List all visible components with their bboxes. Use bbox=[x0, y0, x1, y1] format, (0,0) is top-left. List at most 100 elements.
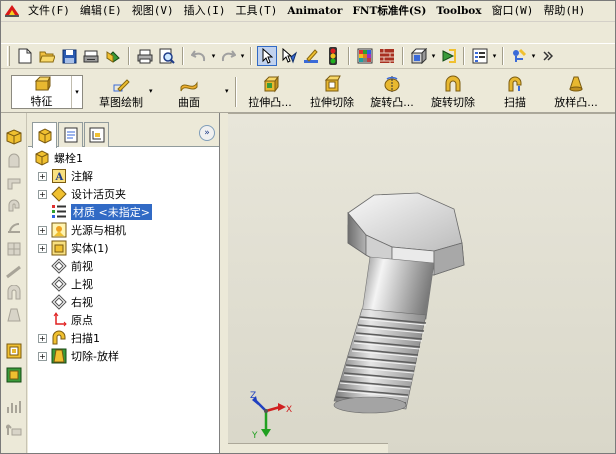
toolbar-grip[interactable] bbox=[7, 46, 10, 66]
extrude-boss-label: 拉伸凸... bbox=[248, 96, 292, 109]
open-folder-icon[interactable] bbox=[37, 46, 57, 66]
display-style-icon[interactable] bbox=[438, 46, 458, 66]
configuration-manager-tab[interactable] bbox=[84, 122, 109, 147]
triad-z-label: Z bbox=[250, 391, 257, 401]
sketch-dropdown-icon[interactable]: ▾ bbox=[149, 87, 153, 95]
menu-fnt[interactable]: FNT标准件(S) bbox=[347, 1, 431, 21]
tree-item-cut-loft[interactable]: + 切除-放样 bbox=[38, 347, 119, 365]
menu-insert[interactable]: 插入(I) bbox=[179, 1, 231, 21]
routing-dropdown-icon[interactable]: ▾ bbox=[530, 46, 537, 66]
expand-toggle-icon[interactable]: + bbox=[38, 171, 47, 181]
property-manager-tab[interactable] bbox=[58, 122, 83, 147]
select-arrow-icon[interactable] bbox=[257, 46, 277, 66]
surface-tab[interactable]: 曲面 bbox=[169, 75, 209, 109]
menu-animator[interactable]: Animator bbox=[282, 1, 347, 21]
expand-toggle-icon[interactable]: + bbox=[38, 225, 47, 235]
triad-y-label: Y bbox=[252, 431, 258, 441]
graphics-area[interactable]: Z X Y bbox=[228, 113, 615, 453]
sweep-side-icon[interactable] bbox=[4, 173, 24, 193]
tree-item-annotations[interactable]: + A 注解 bbox=[38, 167, 93, 185]
print-preview-icon[interactable] bbox=[157, 46, 177, 66]
options-grid-icon[interactable] bbox=[355, 46, 375, 66]
redo-dropdown-icon[interactable]: ▾ bbox=[239, 46, 246, 66]
fillet-icon[interactable] bbox=[4, 217, 24, 237]
print-setup-icon[interactable] bbox=[81, 46, 101, 66]
toolbar-separator bbox=[463, 47, 465, 65]
reference-geometry-icon[interactable] bbox=[4, 341, 24, 361]
move-face-icon[interactable] bbox=[4, 419, 24, 439]
sweep-button[interactable]: 扫描 bbox=[495, 75, 535, 109]
tree-item-top-plane[interactable]: 上视 bbox=[38, 275, 93, 293]
expand-toggle-icon[interactable]: + bbox=[38, 351, 47, 361]
routing-icon[interactable] bbox=[509, 46, 529, 66]
undo-dropdown-icon[interactable]: ▾ bbox=[210, 46, 217, 66]
tree-item-origin[interactable]: 原点 bbox=[38, 311, 93, 329]
tree-item-sweep1[interactable]: + 扫描1 bbox=[38, 329, 100, 347]
print-icon[interactable] bbox=[135, 46, 155, 66]
surface-dropdown-icon[interactable]: ▾ bbox=[225, 87, 229, 95]
instant-3d-icon[interactable] bbox=[4, 397, 24, 417]
menu-edit[interactable]: 编辑(E) bbox=[75, 1, 127, 21]
sketch-pencil-icon[interactable] bbox=[301, 46, 321, 66]
undo-icon[interactable] bbox=[189, 46, 209, 66]
tree-item-lights-cameras[interactable]: + 光源与相机 bbox=[38, 221, 126, 239]
more-tools-icon[interactable] bbox=[538, 46, 558, 66]
expand-toggle-icon[interactable]: + bbox=[38, 243, 47, 253]
menu-toolbox[interactable]: Toolbox bbox=[431, 1, 486, 21]
tree-item-material[interactable]: 材质 <未指定> bbox=[38, 203, 152, 221]
tree-item-front-plane[interactable]: 前视 bbox=[38, 257, 93, 275]
redo-icon[interactable] bbox=[218, 46, 238, 66]
rib-icon[interactable] bbox=[4, 261, 24, 281]
menu-help[interactable]: 帮助(H) bbox=[538, 1, 590, 21]
tree-item-right-plane[interactable]: 右视 bbox=[38, 293, 93, 311]
curves-icon[interactable] bbox=[4, 365, 24, 385]
appearance-brick-icon[interactable] bbox=[377, 46, 397, 66]
select-other-icon[interactable] bbox=[279, 46, 299, 66]
tree-item-solid-bodies[interactable]: + 实体(1) bbox=[38, 239, 109, 257]
plane-icon bbox=[51, 276, 67, 292]
save-icon[interactable] bbox=[59, 46, 79, 66]
revolve-boss-button[interactable]: 旋转凸... bbox=[363, 75, 421, 109]
bolt-threads bbox=[333, 308, 427, 414]
tree-root-label: 螺栓1 bbox=[54, 152, 83, 165]
properties-dropdown-icon[interactable]: ▾ bbox=[491, 46, 498, 66]
loft-side-icon[interactable] bbox=[4, 195, 24, 215]
sketch-tab[interactable]: 草图绘制 bbox=[91, 75, 151, 109]
extrude-boss-button[interactable]: 拉伸凸... bbox=[241, 75, 299, 109]
tree-item-label: 实体(1) bbox=[71, 242, 109, 255]
tree-item-design-binder[interactable]: + 设计活页夹 bbox=[38, 185, 126, 203]
properties-icon[interactable] bbox=[470, 46, 490, 66]
expand-toggle-icon[interactable]: + bbox=[38, 189, 47, 199]
bolt-model[interactable] bbox=[228, 113, 615, 453]
loft-button[interactable]: 放样凸... bbox=[545, 75, 607, 109]
menu-file[interactable]: 文件(F) bbox=[23, 1, 75, 21]
collapse-panel-icon[interactable]: » bbox=[199, 125, 215, 141]
menu-window[interactable]: 窗口(W) bbox=[487, 1, 539, 21]
expand-toggle-icon[interactable]: + bbox=[38, 333, 47, 343]
extrude-cut-button[interactable]: 拉伸切除 bbox=[305, 75, 359, 109]
tree-item-label: 原点 bbox=[71, 314, 93, 327]
view-orientation-icon[interactable] bbox=[409, 46, 429, 66]
revolve-cut-button[interactable]: 旋转切除 bbox=[425, 75, 481, 109]
feature-tree-tab[interactable] bbox=[32, 122, 57, 148]
tree-item-label: 材质 <未指定> bbox=[71, 204, 152, 220]
origin-icon bbox=[51, 312, 67, 328]
chamfer-icon[interactable] bbox=[4, 239, 24, 259]
features-dropdown-icon[interactable]: ▾ bbox=[71, 76, 82, 108]
new-document-icon[interactable] bbox=[15, 46, 35, 66]
revolve-icon[interactable] bbox=[4, 151, 24, 171]
lights-icon bbox=[51, 222, 67, 238]
shell-icon[interactable] bbox=[4, 283, 24, 303]
tree-root[interactable]: 螺栓1 bbox=[34, 149, 83, 167]
solidworks-logo-icon[interactable] bbox=[1, 1, 23, 21]
rebuild-traffic-light-icon[interactable] bbox=[323, 46, 343, 66]
view-orientation-dropdown-icon[interactable]: ▾ bbox=[430, 46, 437, 66]
cut-loft-icon bbox=[51, 348, 67, 364]
features-tab[interactable]: 特征 ▾ bbox=[11, 75, 83, 109]
menu-tools[interactable]: 工具(T) bbox=[231, 1, 283, 21]
draft-icon[interactable] bbox=[4, 305, 24, 325]
make-drawing-icon[interactable] bbox=[103, 46, 123, 66]
extrude-icon[interactable] bbox=[4, 127, 24, 147]
viewport-scrollbar[interactable] bbox=[228, 443, 388, 453]
menu-view[interactable]: 视图(V) bbox=[127, 1, 179, 21]
